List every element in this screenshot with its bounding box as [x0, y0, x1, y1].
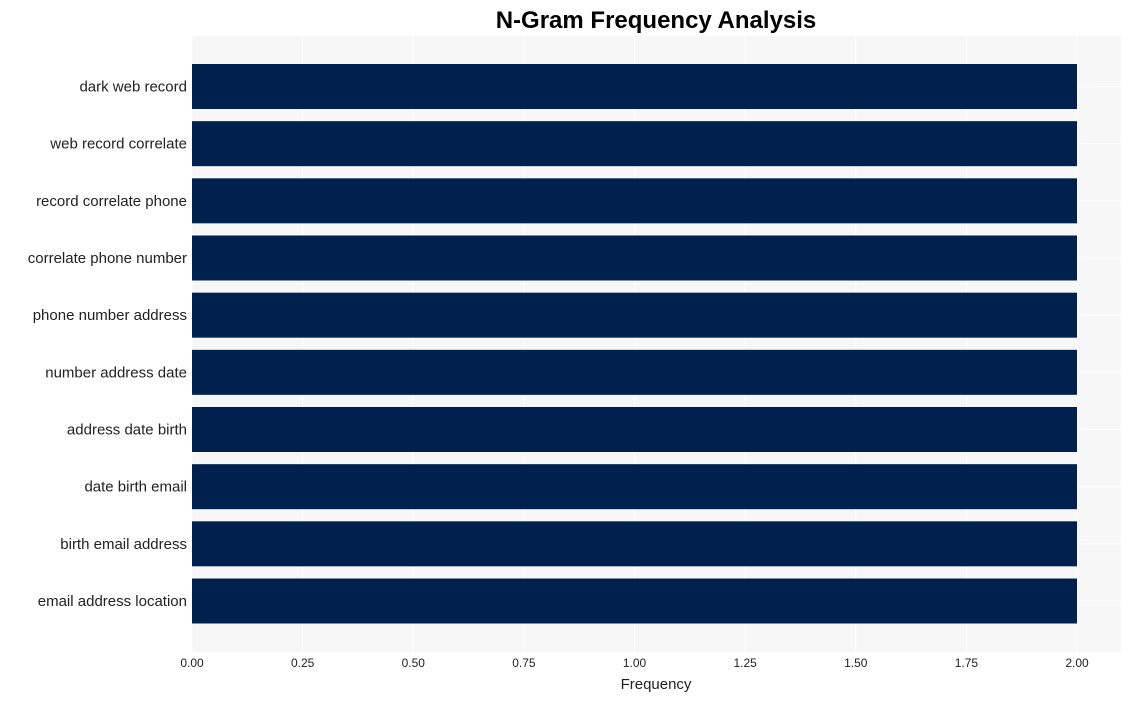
y-tick-label: address date birth — [67, 422, 187, 439]
bar — [192, 121, 1077, 167]
y-tick-label: phone number address — [33, 307, 187, 324]
y-axis-labels: dark web record web record correlate recor… — [28, 79, 187, 611]
x-tick-label: 2.00 — [1065, 656, 1089, 670]
y-tick-label: email address location — [38, 593, 187, 610]
x-axis-label: Frequency — [621, 676, 692, 693]
x-tick-label: 0.50 — [402, 656, 426, 670]
bar — [192, 64, 1077, 109]
bar — [192, 521, 1077, 567]
bar — [192, 235, 1077, 281]
chart-title: N-Gram Frequency Analysis — [496, 7, 817, 34]
y-tick-label: correlate phone number — [28, 250, 187, 267]
x-tick-label: 0.00 — [180, 656, 204, 670]
bar — [192, 578, 1077, 624]
y-tick-label: date birth email — [84, 479, 187, 496]
y-tick-label: birth email address — [60, 536, 187, 553]
x-tick-label: 1.75 — [955, 656, 979, 670]
bar — [192, 178, 1077, 224]
y-tick-label: web record correlate — [49, 136, 187, 153]
x-tick-label: 1.25 — [733, 656, 757, 670]
y-tick-label: record correlate phone — [36, 193, 187, 210]
ngram-frequency-chart: dark web record web record correlate recor… — [28, 7, 1121, 693]
x-tick-label: 1.00 — [623, 656, 647, 670]
y-tick-label: number address date — [45, 364, 187, 381]
x-tick-label: 0.25 — [291, 656, 315, 670]
y-tick-label: dark web record — [79, 79, 187, 96]
bar — [192, 292, 1077, 338]
x-tick-label: 0.75 — [512, 656, 536, 670]
x-tick-label: 1.50 — [844, 656, 868, 670]
x-axis-ticks: 0.00 0.25 0.50 0.75 1.00 1.25 1.50 1.75 2.00 — [180, 656, 1089, 670]
bar — [192, 464, 1077, 510]
bar — [192, 407, 1077, 452]
bar — [192, 349, 1077, 395]
